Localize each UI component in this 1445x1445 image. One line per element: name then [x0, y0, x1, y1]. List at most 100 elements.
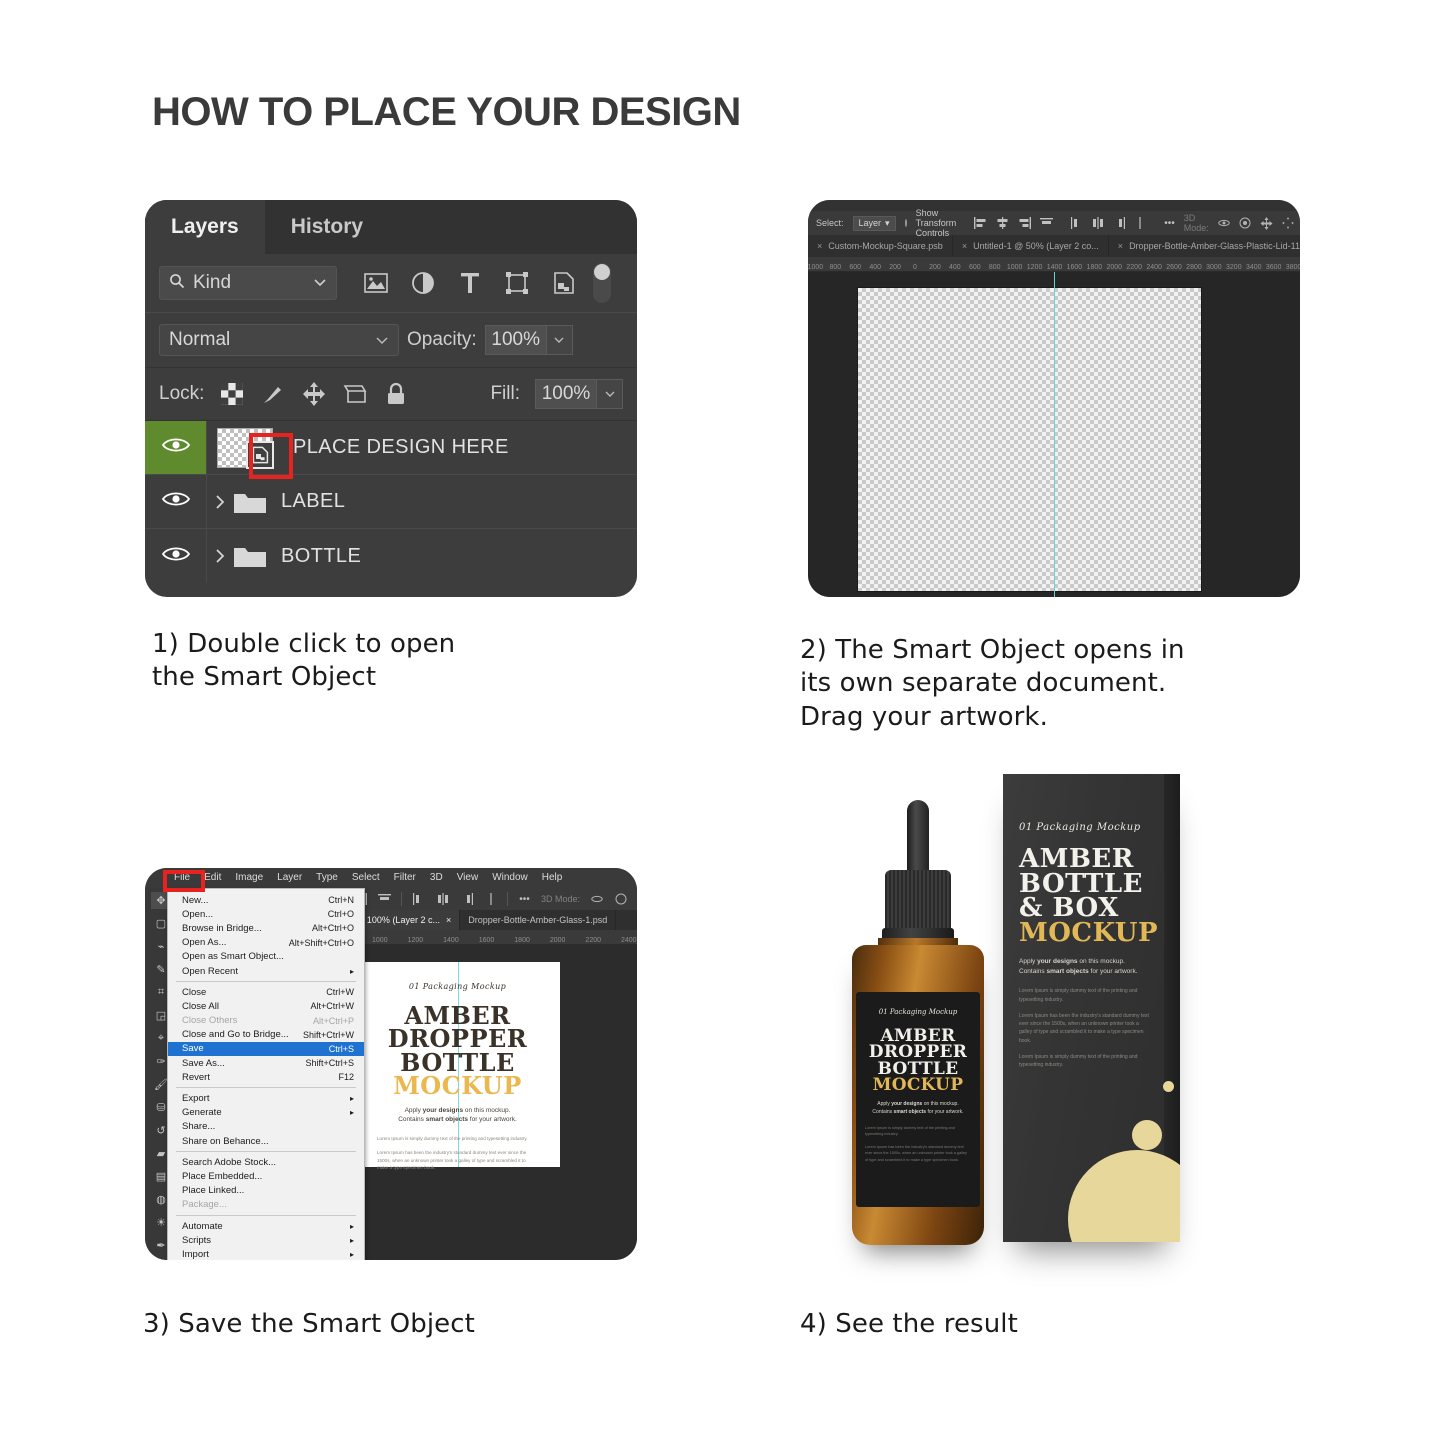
file-menu-item-new[interactable]: New... Ctrl+N	[168, 893, 364, 907]
ruler-tick: 1800	[1086, 264, 1103, 271]
select-dropdown[interactable]: Layer ▾	[852, 215, 896, 231]
lock-transparent-pixels-icon[interactable]	[219, 381, 245, 407]
group-expand-chevron-right-icon[interactable]	[207, 494, 233, 510]
ruler-tick: 1000	[372, 937, 388, 944]
opacity-value[interactable]: 100%	[484, 325, 547, 355]
transparent-canvas[interactable]	[857, 287, 1202, 592]
file-menu-item-place-embedded[interactable]: Place Embedded...	[168, 1169, 364, 1183]
file-menu-item-share-on-behance[interactable]: Share on Behance...	[168, 1134, 364, 1148]
layer-row-label[interactable]: LABEL	[145, 475, 637, 529]
filter-kind-dropdown[interactable]: Kind	[159, 266, 337, 300]
layer-row-place-design-here[interactable]: PLACE DESIGN HERE	[145, 421, 637, 479]
document-tab[interactable]: × Custom-Mockup-Square.psb	[808, 235, 953, 257]
drag-3d-icon[interactable]	[1260, 216, 1273, 231]
file-menu-item-place-linked[interactable]: Place Linked...	[168, 1184, 364, 1198]
shape-layer-filter-icon[interactable]	[504, 270, 530, 296]
document-tab[interactable]: × Untitled-1 @ 50% (Layer 2 co...	[953, 235, 1109, 257]
menu-separator	[176, 1151, 356, 1153]
distribute-top-edges-icon[interactable]	[1071, 216, 1083, 231]
ruler-tick: 0	[913, 264, 917, 271]
type-layer-filter-icon[interactable]	[457, 270, 483, 296]
lock-all-icon[interactable]	[383, 381, 409, 407]
align-left-edges-icon[interactable]	[974, 216, 987, 231]
menu-item-filter[interactable]: Filter	[387, 868, 423, 888]
menu-item-image[interactable]: Image	[228, 868, 270, 888]
file-menu-item-save[interactable]: Save Ctrl+S	[168, 1041, 364, 1057]
distribute-left-edges-icon[interactable]	[1134, 216, 1146, 231]
menu-item-help[interactable]: Help	[535, 868, 570, 888]
rotate-3d-icon[interactable]	[1218, 216, 1230, 231]
filter-toggle-switch[interactable]	[593, 263, 611, 303]
menu-item-window[interactable]: Window	[485, 868, 535, 888]
horizontal-ruler[interactable]: 1000 800 600 400 200 0 200 400 600 800 1000 1200 140…	[808, 257, 1300, 272]
file-menu-item-open-recent[interactable]: Open Recent ▸	[168, 964, 364, 978]
canvas-area[interactable]	[808, 272, 1300, 597]
layer-visibility-toggle[interactable]	[145, 475, 207, 528]
file-menu-item-browse-in-bridge[interactable]: Browse in Bridge... Alt+Ctrl+O	[168, 921, 364, 935]
menu-item-3d[interactable]: 3D	[423, 868, 450, 888]
file-menu-item-open-as[interactable]: Open As... Alt+Shift+Ctrl+O	[168, 936, 364, 950]
more-options-icon[interactable]: •••	[517, 892, 532, 907]
rotate-3d-icon[interactable]	[589, 892, 604, 907]
layer-row-bottle[interactable]: BOTTLE	[145, 529, 637, 583]
file-menu-item-close-all[interactable]: Close All Alt+Ctrl+W	[168, 999, 364, 1013]
menu-item-type[interactable]: Type	[309, 868, 345, 888]
tab-history[interactable]: History	[265, 200, 389, 254]
roll-3d-icon[interactable]	[613, 892, 628, 907]
show-transform-controls-checkbox[interactable]	[904, 219, 907, 227]
artwork-canvas[interactable]: 01 Packaging Mockup AMBER DROPPER BOTTLE…	[355, 962, 560, 1170]
file-menu-item-save-as[interactable]: Save As... Shift+Ctrl+S	[168, 1056, 364, 1070]
file-menu-item-open-as-smart-object[interactable]: Open as Smart Object...	[168, 950, 364, 964]
blend-mode-dropdown[interactable]: Normal	[159, 324, 399, 356]
file-menu-item-import[interactable]: Import ▸	[168, 1247, 364, 1260]
ruler-tick: 3400	[1245, 264, 1262, 271]
menu-item-layer[interactable]: Layer	[270, 868, 309, 888]
opacity-chevron-down-icon[interactable]	[546, 325, 573, 355]
more-options-icon[interactable]: •••	[1164, 216, 1175, 231]
file-menu-item-scripts[interactable]: Scripts ▸	[168, 1233, 364, 1247]
roll-3d-icon[interactable]	[1239, 216, 1251, 231]
tab-layers[interactable]: Layers	[145, 200, 265, 254]
file-menu-item-automate[interactable]: Automate ▸	[168, 1219, 364, 1233]
close-icon[interactable]: ×	[962, 241, 967, 251]
distribute-vertical-centers-icon[interactable]	[1092, 216, 1104, 231]
lock-position-icon[interactable]	[301, 381, 327, 407]
slide-3d-icon[interactable]	[1281, 216, 1294, 231]
adjustment-layer-filter-icon[interactable]	[410, 270, 436, 296]
document-tab[interactable]: Dropper-Bottle-Amber-Glass-1.psd	[460, 910, 617, 930]
pixel-layer-filter-icon[interactable]	[363, 270, 389, 296]
close-icon[interactable]: ×	[1118, 241, 1123, 251]
menu-item-view[interactable]: View	[450, 868, 486, 888]
align-top-edges-icon[interactable]	[377, 892, 392, 907]
align-horizontal-centers-icon[interactable]	[996, 216, 1009, 231]
close-icon[interactable]: ×	[817, 241, 822, 251]
distribute-top-edges-icon[interactable]	[411, 892, 426, 907]
group-expand-chevron-right-icon[interactable]	[207, 548, 233, 564]
file-menu-item-share[interactable]: Share...	[168, 1120, 364, 1134]
distribute-vertical-centers-icon[interactable]	[435, 892, 450, 907]
file-menu-dropdown[interactable]: New... Ctrl+N Open... Ctrl+O Browse in Bridg…	[167, 888, 365, 1260]
layer-visibility-toggle[interactable]	[145, 529, 207, 583]
close-icon[interactable]: ×	[446, 915, 451, 925]
lock-artboard-nesting-icon[interactable]	[342, 381, 368, 407]
file-menu-item-search-adobe-stock[interactable]: Search Adobe Stock...	[168, 1155, 364, 1169]
fill-value[interactable]: 100%	[535, 379, 597, 409]
smart-object-filter-icon[interactable]	[551, 270, 577, 296]
file-menu-item-close[interactable]: Close Ctrl+W	[168, 985, 364, 999]
file-menu-item-close-and-go-to-bridge[interactable]: Close and Go to Bridge... Shift+Ctrl+W	[168, 1028, 364, 1042]
file-menu-item-export[interactable]: Export ▸	[168, 1091, 364, 1105]
file-menu-item-open[interactable]: Open... Ctrl+O	[168, 907, 364, 921]
menu-item-select[interactable]: Select	[345, 868, 387, 888]
layer-visibility-toggle[interactable]	[145, 421, 207, 474]
document-tab[interactable]: × Dropper-Bottle-Amber-Glass-Plastic-Lid…	[1109, 235, 1300, 257]
distribute-bottom-edges-icon[interactable]	[459, 892, 474, 907]
align-right-edges-icon[interactable]	[1018, 216, 1032, 231]
distribute-left-edges-icon[interactable]	[483, 892, 498, 907]
file-menu-item-generate[interactable]: Generate ▸	[168, 1106, 364, 1120]
distribute-bottom-edges-icon[interactable]	[1113, 216, 1126, 231]
align-top-edges-icon[interactable]	[1040, 216, 1054, 231]
lock-image-pixels-icon[interactable]	[260, 381, 286, 407]
file-menu-item-revert[interactable]: Revert F12	[168, 1070, 364, 1084]
decorative-circle	[1110, 1166, 1128, 1184]
fill-chevron-down-icon[interactable]	[597, 379, 623, 409]
